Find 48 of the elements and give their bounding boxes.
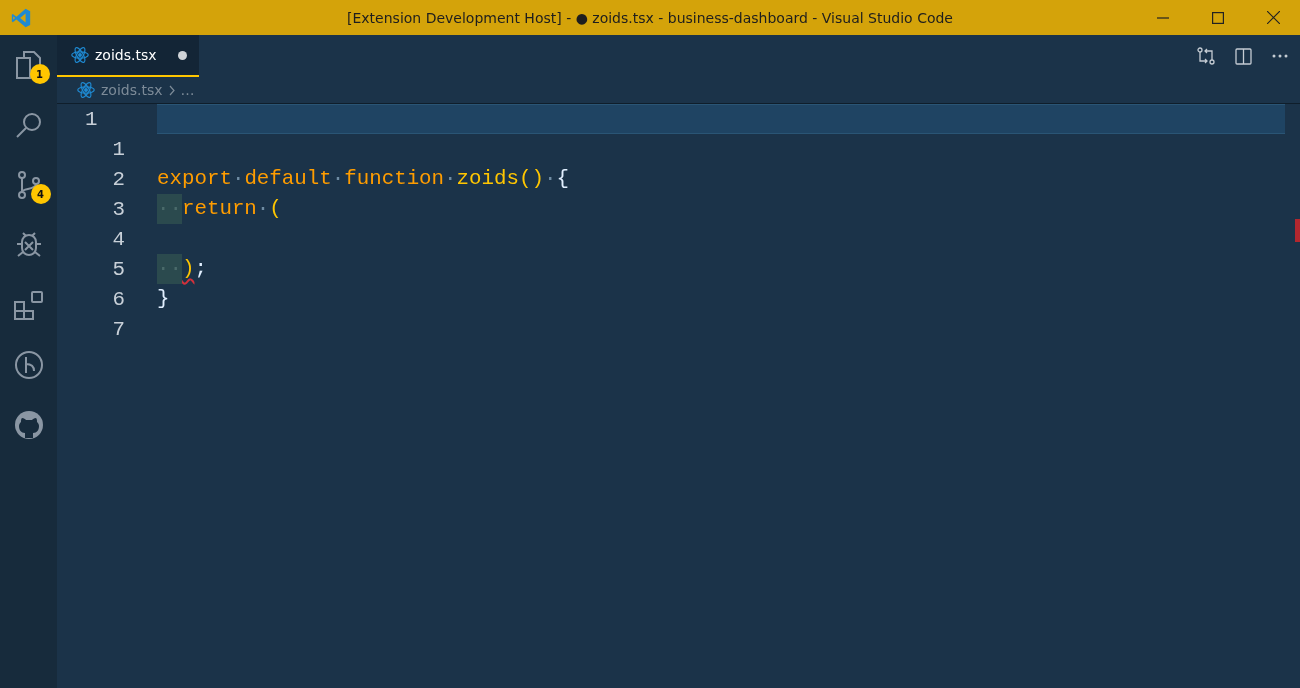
- keyword: default: [244, 166, 332, 192]
- code-token: (: [269, 196, 282, 222]
- whitespace-dot: ·: [331, 166, 345, 192]
- more-actions-icon[interactable]: [1272, 54, 1288, 58]
- line-number: 7: [111, 317, 126, 341]
- error-marker: [1295, 219, 1300, 242]
- line-number: 1: [111, 137, 126, 161]
- breadcrumb-item[interactable]: zoids.tsx: [101, 82, 163, 98]
- files-icon[interactable]: [14, 50, 43, 80]
- close-icon[interactable]: [1267, 11, 1280, 24]
- whitespace-dot: ·: [256, 196, 270, 222]
- line-number: 4: [111, 227, 126, 251]
- search-icon[interactable]: [14, 111, 43, 139]
- count-badge: 1: [29, 64, 50, 84]
- punctuation: {: [556, 166, 569, 192]
- source-control-icon[interactable]: [15, 170, 42, 200]
- window-title: [Extension Development Host] - ● zoids.tsx - business-dashboard - Visual Studio Code: [346, 9, 954, 26]
- react-icon: [77, 81, 95, 99]
- error-token: ): [181, 256, 195, 282]
- line-number: 1: [84, 107, 99, 131]
- line-number: 6: [111, 287, 126, 311]
- line-number: 5: [111, 257, 126, 281]
- editor-tab[interactable]: zoids.tsx: [57, 35, 199, 77]
- whitespace-dot: ·: [231, 166, 245, 192]
- keyword: return: [181, 196, 257, 222]
- react-icon: [71, 46, 89, 64]
- punctuation: ;: [194, 256, 207, 282]
- logo-icon: [10, 6, 32, 29]
- line-number: 3: [111, 197, 126, 221]
- minimize-icon[interactable]: [1157, 16, 1169, 19]
- split-editor-icon[interactable]: [1235, 47, 1252, 65]
- indent-guide: ··: [157, 194, 182, 224]
- count-badge: 4: [30, 184, 51, 204]
- compare-changes-icon[interactable]: [1197, 47, 1215, 65]
- keyword: export: [157, 166, 232, 192]
- whitespace-dot: ·: [444, 166, 457, 192]
- chevron-icon: [168, 84, 175, 96]
- timeline-icon[interactable]: [13, 350, 44, 380]
- line-number: 2: [111, 167, 126, 191]
- maximize-icon[interactable]: [1212, 11, 1224, 24]
- punctuation: }: [157, 286, 170, 312]
- code-token: zoids(): [456, 166, 544, 192]
- keyword: function: [344, 166, 445, 192]
- breadcrumb-item[interactable]: …: [180, 82, 195, 98]
- indent-guide: ··: [157, 254, 182, 284]
- github-icon[interactable]: [13, 410, 44, 440]
- extensions-icon[interactable]: [13, 290, 44, 320]
- whitespace-dot: ·: [543, 166, 557, 192]
